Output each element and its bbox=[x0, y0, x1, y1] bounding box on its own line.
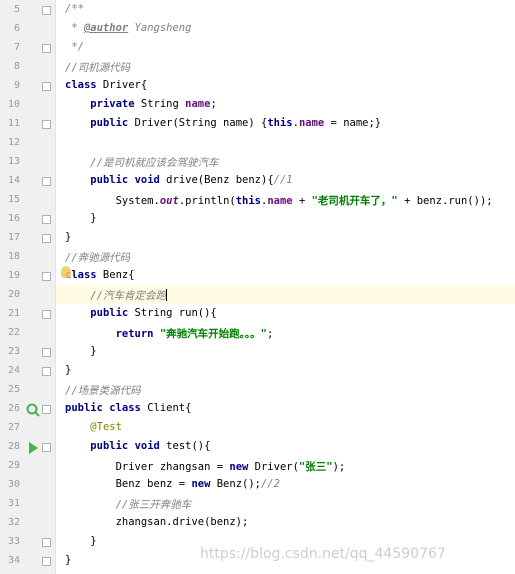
line-number: 5 bbox=[13, 4, 20, 15]
lightbulb-icon[interactable] bbox=[61, 266, 71, 278]
line-number: 10 bbox=[7, 99, 20, 110]
fold-marker-icon[interactable] bbox=[42, 557, 51, 566]
fold-marker-icon[interactable] bbox=[42, 44, 51, 53]
line-number: 21 bbox=[7, 308, 20, 319]
fold-marker-icon[interactable] bbox=[42, 272, 51, 281]
line-number: 30 bbox=[7, 479, 20, 490]
line-number: 31 bbox=[7, 498, 20, 509]
code-line: 26 public class Client{ bbox=[8, 399, 515, 418]
line-number: 18 bbox=[7, 251, 20, 262]
fold-marker-icon[interactable] bbox=[42, 234, 51, 243]
code-line: 14 public void drive(Benz benz){//1 bbox=[8, 171, 515, 190]
line-number: 8 bbox=[13, 61, 20, 72]
code-line: 19 class Benz{ bbox=[8, 266, 515, 285]
line-number: 32 bbox=[7, 517, 20, 528]
line-number: 22 bbox=[7, 327, 20, 338]
fold-marker-icon[interactable] bbox=[42, 348, 51, 357]
fold-marker-icon[interactable] bbox=[42, 82, 51, 91]
code-line: 29 Driver zhangsan = new Driver("张三"); bbox=[8, 456, 515, 475]
line-number: 6 bbox=[13, 23, 20, 34]
fold-marker-icon[interactable] bbox=[42, 215, 51, 224]
code-line: 28 public void test(){ bbox=[8, 437, 515, 456]
line-number: 34 bbox=[7, 555, 20, 566]
line-number: 27 bbox=[7, 422, 20, 433]
code-line: 27 @Test bbox=[8, 418, 515, 437]
doc-comment: /** bbox=[65, 3, 84, 15]
line-number: 24 bbox=[7, 365, 20, 376]
watermark: https://blog.csdn.net/qq_44590767 bbox=[200, 546, 446, 562]
code-line: 7 */ bbox=[14, 38, 515, 57]
code-line: 24 } bbox=[8, 361, 515, 380]
fold-marker-icon[interactable] bbox=[42, 443, 51, 452]
fold-marker-icon[interactable] bbox=[42, 367, 51, 376]
line-comment: //司机源代码 bbox=[65, 62, 131, 74]
line-number: 28 bbox=[7, 441, 20, 452]
line-number: 13 bbox=[7, 156, 20, 167]
line-number: 20 bbox=[7, 289, 20, 300]
code-line: 25 //场景类源代码 bbox=[8, 380, 515, 399]
code-line: 31 //张三开奔驰车 bbox=[8, 494, 515, 513]
code-line: 11 public Driver(String name) {this.name… bbox=[8, 114, 515, 133]
fold-marker-icon[interactable] bbox=[42, 405, 51, 414]
code-line: 10 private String name; bbox=[8, 95, 515, 114]
code-line: 15 System.out.println(this.name + "老司机开车… bbox=[8, 190, 515, 209]
current-code-line: 20 //汽车肯定会跑 bbox=[8, 285, 515, 304]
line-number: 25 bbox=[7, 384, 20, 395]
code-line: 32 zhangsan.drive(benz); bbox=[8, 513, 515, 532]
run-all-tests-icon[interactable] bbox=[26, 403, 42, 417]
string-literal: "奔驰汽车开始跑。。。" bbox=[159, 328, 267, 340]
code-editor[interactable]: 5 /** 6 * @author Yangsheng 7 */ 8 //司机源… bbox=[8, 0, 515, 574]
line-number: 19 bbox=[7, 270, 20, 281]
line-number: 23 bbox=[7, 346, 20, 357]
line-number: 29 bbox=[7, 460, 20, 471]
code-line: 13 //是司机就应该会驾驶汽车 bbox=[8, 152, 515, 171]
text-caret bbox=[165, 289, 167, 301]
line-number: 17 bbox=[7, 232, 20, 243]
code-line: 23 } bbox=[8, 342, 515, 361]
line-number: 11 bbox=[7, 118, 20, 129]
code-line: 18 //奔驰源代码 bbox=[8, 247, 515, 266]
line-number: 15 bbox=[7, 194, 20, 205]
annotation: @Test bbox=[90, 421, 122, 433]
fold-marker-icon[interactable] bbox=[42, 6, 51, 15]
line-number: 16 bbox=[7, 213, 20, 224]
code-line: 17 } bbox=[8, 228, 515, 247]
line-number: 12 bbox=[7, 137, 20, 148]
line-number: 7 bbox=[13, 42, 20, 53]
code-line: 21 public String run(){ bbox=[8, 304, 515, 323]
code-line: 22 return "奔驰汽车开始跑。。。"; bbox=[8, 323, 515, 342]
code-line: 6 * @author Yangsheng bbox=[14, 19, 515, 38]
fold-marker-icon[interactable] bbox=[42, 120, 51, 129]
code-line: 9 class Driver{ bbox=[14, 76, 515, 95]
line-number: 33 bbox=[7, 536, 20, 547]
line-number: 9 bbox=[13, 80, 20, 91]
string-literal: "张三" bbox=[298, 461, 333, 473]
fold-marker-icon[interactable] bbox=[42, 310, 51, 319]
fold-marker-icon[interactable] bbox=[42, 538, 51, 547]
string-literal: "老司机开车了，" bbox=[311, 195, 398, 207]
code-line: 16 } bbox=[8, 209, 515, 228]
code-line: 12 bbox=[8, 133, 515, 152]
line-number: 14 bbox=[7, 175, 20, 186]
javadoc-tag: @author bbox=[83, 22, 129, 34]
fold-marker-icon[interactable] bbox=[42, 177, 51, 186]
code-line: 5 /** bbox=[14, 0, 515, 19]
run-test-icon[interactable] bbox=[26, 441, 40, 455]
line-number: 26 bbox=[7, 403, 20, 414]
code-line: 8 //司机源代码 bbox=[14, 57, 515, 76]
code-line: 30 Benz benz = new Benz();//2 bbox=[8, 475, 515, 494]
